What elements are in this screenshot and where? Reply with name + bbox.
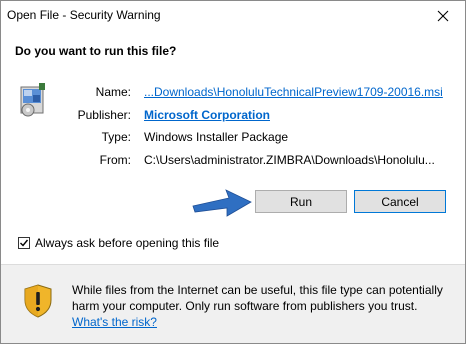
cancel-button[interactable]: Cancel xyxy=(354,190,446,213)
close-icon xyxy=(437,10,448,22)
close-button[interactable] xyxy=(420,1,465,31)
warning-shield-icon xyxy=(24,284,52,318)
window-title: Open File - Security Warning xyxy=(7,8,161,22)
installer-package-icon xyxy=(20,83,45,117)
run-button[interactable]: Run xyxy=(255,190,347,213)
whats-the-risk-link[interactable]: What's the risk? xyxy=(72,314,157,330)
publisher-label: Publisher: xyxy=(77,108,131,122)
type-label: Type: xyxy=(101,130,131,144)
pointer-arrow-icon xyxy=(192,189,252,217)
security-warning-dialog: Open File - Security Warning Do you want… xyxy=(0,0,466,344)
name-label: Name: xyxy=(95,85,131,99)
always-ask-row: Always ask before opening this file xyxy=(18,236,219,250)
dialog-heading: Do you want to run this file? xyxy=(15,44,177,58)
warning-message: While files from the Internet can be use… xyxy=(72,283,443,313)
type-value: Windows Installer Package xyxy=(144,130,289,144)
warning-footer: While files from the Internet can be use… xyxy=(1,265,465,343)
always-ask-label: Always ask before opening this file xyxy=(35,236,220,250)
always-ask-checkbox[interactable] xyxy=(18,237,30,249)
title-bar: Open File - Security Warning xyxy=(1,1,465,31)
publisher-link[interactable]: Microsoft Corporation xyxy=(144,108,270,122)
from-label: From: xyxy=(99,153,131,167)
from-value: C:\Users\administrator.ZIMBRA\Downloads\… xyxy=(144,153,435,167)
checkmark-icon xyxy=(20,239,29,247)
warning-text-block: While files from the Internet can be use… xyxy=(72,282,452,330)
file-name-link[interactable]: ...Downloads\HonoluluTechnicalPreview170… xyxy=(144,85,443,99)
